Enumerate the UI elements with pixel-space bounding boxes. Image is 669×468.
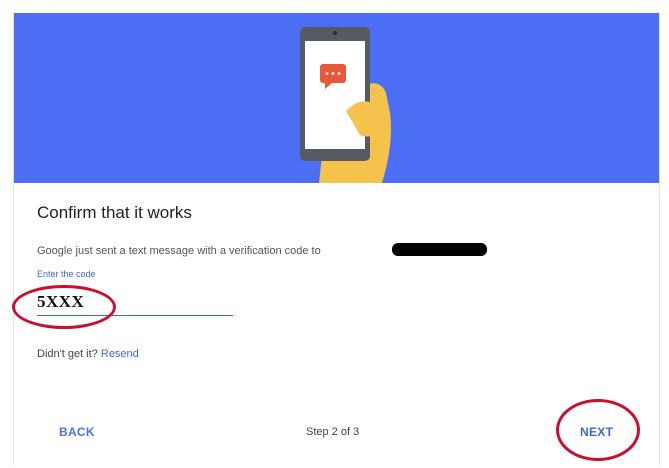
verification-description: Google just sent a text message with a v… (37, 245, 321, 257)
phone-camera (333, 31, 337, 35)
phone-screen (305, 41, 365, 149)
next-button[interactable]: NEXT (580, 425, 613, 439)
verification-card: Confirm that it works Google just sent a… (12, 13, 660, 465)
phone-in-hand-icon (300, 27, 391, 183)
page-title: Confirm that it works (37, 203, 192, 222)
step-indicator: Step 2 of 3 (306, 426, 360, 438)
header-banner (14, 13, 659, 183)
back-button[interactable]: BACK (59, 425, 95, 439)
resend-line: Didn't get it? Resend (37, 348, 139, 360)
verification-code-input[interactable] (37, 289, 233, 316)
code-field-label: Enter the code (37, 269, 96, 279)
resend-prompt: Didn't get it? (37, 348, 98, 360)
resend-link[interactable]: Resend (101, 348, 139, 360)
redacted-phone-number (392, 243, 487, 256)
